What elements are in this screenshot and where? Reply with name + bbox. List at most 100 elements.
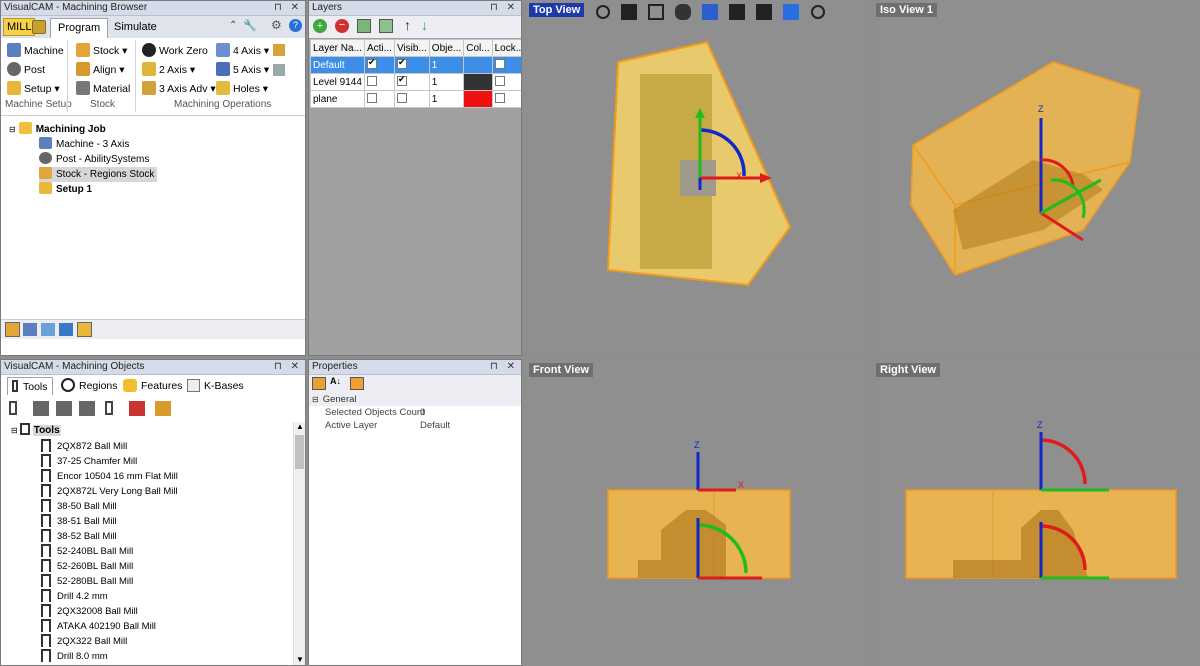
layer-name[interactable]: plane: [310, 90, 365, 108]
tab-tools[interactable]: Tools: [7, 377, 53, 395]
tool-list-item[interactable]: 52-280BL Ball Mill: [41, 574, 133, 589]
sort-tool-icon[interactable]: [155, 401, 171, 416]
material-button[interactable]: Material: [76, 80, 130, 98]
edit-tool-icon[interactable]: [79, 401, 95, 416]
four-axis-button[interactable]: 4 Axis ▾: [216, 42, 269, 60]
col-locked[interactable]: Lock...: [491, 39, 521, 57]
property-value[interactable]: Default: [420, 419, 450, 432]
property-pages-icon[interactable]: [350, 377, 364, 390]
display-options-icon[interactable]: [810, 5, 825, 19]
layer-select-icon[interactable]: [379, 19, 393, 33]
layer-row[interactable]: Level 9144 1: [310, 73, 521, 91]
gear-icon[interactable]: ⚙: [271, 18, 282, 32]
viewport-iso[interactable]: Z Iso View 1: [873, 0, 1200, 356]
machine-button[interactable]: Machine: [7, 42, 64, 60]
three-axis-adv-button[interactable]: 3 Axis Adv ▾: [142, 80, 216, 98]
load-tool-icon[interactable]: [33, 401, 49, 416]
scroll-up-icon[interactable]: ▲: [296, 422, 304, 431]
tool-list-item[interactable]: 2QX32008 Ball Mill: [41, 604, 138, 619]
collapse-icon[interactable]: ⊟: [9, 125, 16, 134]
top-view-icon[interactable]: [702, 4, 719, 20]
move-up-icon[interactable]: ↑: [404, 17, 411, 33]
collapse-icon[interactable]: ⊟: [11, 426, 18, 435]
viewport-top[interactable]: X Top View: [526, 0, 869, 356]
property-row[interactable]: Active Layer Default: [309, 419, 521, 432]
layer-name[interactable]: Level 9144: [310, 73, 365, 91]
tree-item-post[interactable]: Post - AbilitySystems: [39, 152, 149, 167]
tab-regions[interactable]: Regions: [61, 377, 118, 395]
tools-icon[interactable]: [273, 44, 285, 56]
layer-row[interactable]: Default 1: [310, 56, 521, 74]
iso-view-title[interactable]: Iso View 1: [876, 3, 937, 17]
tools-scrollbar[interactable]: ▲ ▼: [293, 422, 305, 665]
tree-root-machining-job[interactable]: ⊟ Machining Job: [9, 122, 106, 137]
tab-features[interactable]: Features: [123, 377, 182, 395]
front-view-title[interactable]: Front View: [529, 363, 594, 377]
more-icon[interactable]: [273, 64, 285, 76]
setup-button[interactable]: Setup ▾: [7, 80, 60, 98]
delete-layer-icon[interactable]: −: [335, 19, 349, 33]
tab-simulate[interactable]: Simulate: [107, 18, 164, 38]
move-down-icon[interactable]: ↓: [421, 17, 428, 33]
top-view-title[interactable]: Top View: [529, 3, 585, 17]
tool-list-item[interactable]: 2QX872L Very Long Ball Mill: [41, 484, 178, 499]
layer-visible-checkbox[interactable]: [393, 56, 430, 74]
layer-lock-checkbox[interactable]: [491, 56, 521, 74]
save-tool-icon[interactable]: [56, 401, 72, 416]
new-tool-icon[interactable]: [105, 401, 113, 415]
tree-item-stock[interactable]: Stock - Regions Stock: [39, 167, 158, 182]
delete-tool-icon[interactable]: [129, 401, 145, 416]
layer-color-swatch[interactable]: [463, 90, 493, 108]
rotate-view-icon[interactable]: [675, 4, 692, 20]
zoom-icon[interactable]: [596, 5, 610, 19]
layer-visible-checkbox[interactable]: [393, 73, 430, 91]
machining-job-icon[interactable]: [5, 322, 20, 337]
categorized-icon[interactable]: [312, 377, 326, 390]
layer-active-checkbox[interactable]: [363, 90, 395, 108]
pin-close-icon[interactable]: ⊓ ✕: [274, 360, 302, 374]
five-axis-button[interactable]: 5 Axis ▾: [216, 61, 269, 79]
layer-name[interactable]: Default: [310, 56, 365, 74]
layer-lock-checkbox[interactable]: [491, 90, 521, 108]
pin-close-icon[interactable]: ⊓ ✕: [490, 360, 518, 374]
layer-visible-checkbox[interactable]: [393, 90, 430, 108]
layer-color-swatch[interactable]: [463, 73, 493, 91]
align-button[interactable]: Align ▾: [76, 61, 125, 79]
tool-list-item[interactable]: ATAKA 402190 Ball Mill: [41, 619, 156, 634]
collapse-icon[interactable]: ⊟: [312, 395, 319, 404]
zoom-extents-icon[interactable]: [621, 4, 638, 20]
tool-list-item[interactable]: Drill 4.2 mm: [41, 589, 108, 604]
col-layer-name[interactable]: Layer Na...: [310, 39, 365, 57]
tool-list-item[interactable]: Encor 10504 16 mm Flat Mill: [41, 469, 178, 484]
shaded-cube-icon[interactable]: [783, 4, 800, 20]
viewport-front[interactable]: Z X Front View: [526, 360, 869, 666]
tab-kbases[interactable]: K-Bases: [187, 377, 244, 395]
toolpath-icon[interactable]: [41, 323, 55, 336]
col-active[interactable]: Acti...: [363, 39, 395, 57]
simulate-icon[interactable]: [59, 323, 73, 336]
post-button[interactable]: Post: [7, 61, 45, 79]
holes-button[interactable]: Holes ▾: [216, 80, 268, 98]
tab-program[interactable]: Program: [50, 18, 109, 38]
home-view-icon[interactable]: [729, 4, 746, 20]
pin-close-icon[interactable]: ⊓ ✕: [274, 1, 302, 15]
tool-list-item[interactable]: Drill 8.0 mm: [41, 649, 108, 664]
col-objects[interactable]: Obje...: [428, 39, 465, 57]
ribbon-collapse-icon[interactable]: ⌃: [229, 20, 237, 31]
pin-close-icon[interactable]: ⊓ ✕: [490, 1, 518, 15]
layer-color-swatch[interactable]: [463, 56, 493, 74]
tool-list-item[interactable]: 38-52 Ball Mill: [41, 529, 117, 544]
layer-active-checkbox[interactable]: [363, 56, 395, 74]
right-view-title[interactable]: Right View: [876, 363, 941, 377]
tool-filter-icon[interactable]: [9, 401, 17, 415]
viewport-right[interactable]: Z Right View: [873, 360, 1200, 666]
help-icon[interactable]: ?: [289, 19, 302, 32]
tab-mill[interactable]: MILL: [3, 18, 36, 36]
tool-list-item[interactable]: 2QX872 Ball Mill: [41, 439, 127, 454]
layer-active-checkbox[interactable]: [363, 73, 395, 91]
iso-view-icon[interactable]: [756, 4, 773, 20]
props-section-general[interactable]: ⊟ General: [309, 393, 521, 406]
tool-list-item[interactable]: 38-51 Ball Mill: [41, 514, 117, 529]
scroll-down-icon[interactable]: ▼: [296, 655, 304, 664]
layer-row[interactable]: plane 1: [310, 90, 521, 108]
